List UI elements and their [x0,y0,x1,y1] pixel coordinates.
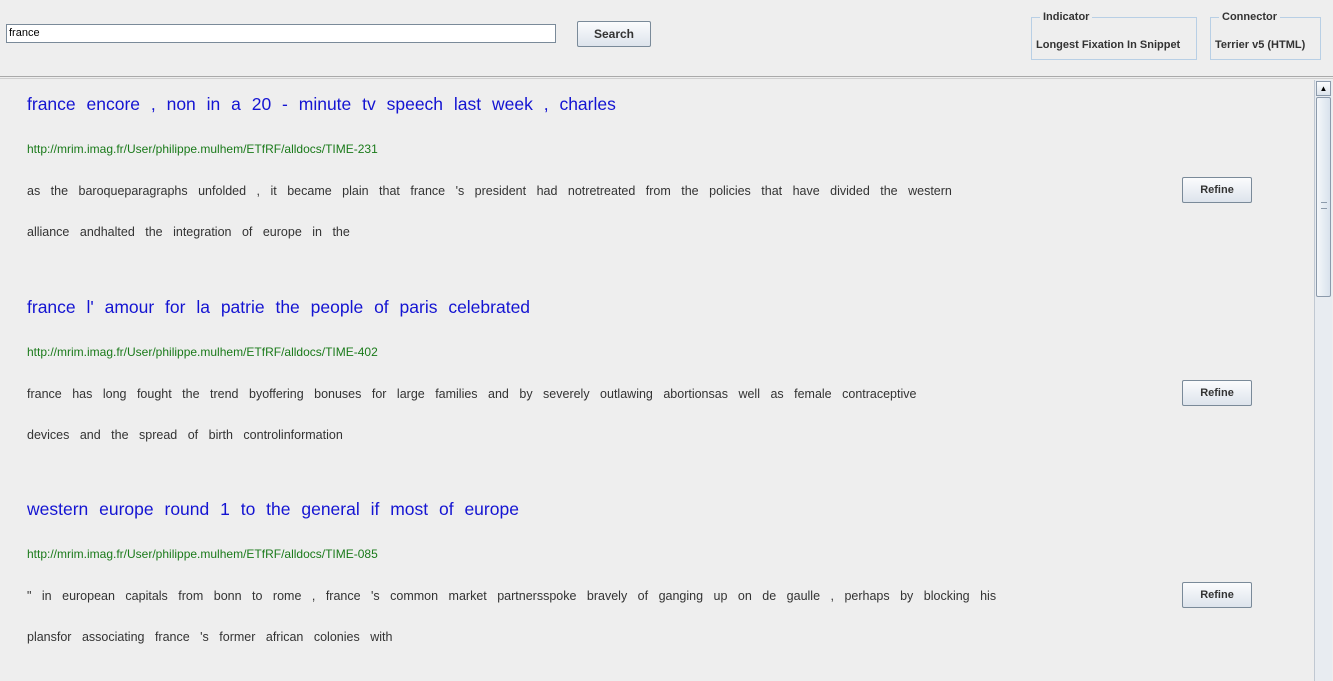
indicator-value[interactable]: Longest Fixation In Snippet [1036,39,1180,51]
result-url[interactable]: http://mrim.imag.fr/User/philippe.mulhem… [27,345,378,359]
result-title[interactable]: france encore , non in a 20 - minute tv … [27,94,616,115]
toolbar: Search Indicator Longest Fixation In Sni… [0,0,1333,76]
result-snippet-line: france has long fought the trend byoffer… [27,387,917,401]
grip-icon [1321,202,1327,209]
result-url[interactable]: http://mrim.imag.fr/User/philippe.mulhem… [27,547,378,561]
indicator-legend: Indicator [1040,10,1093,24]
vertical-scrollbar[interactable]: ▲ [1314,80,1332,681]
arrow-up-icon[interactable]: ▲ [1316,81,1331,96]
results-list: france encore , non in a 20 - minute tv … [0,80,1313,681]
result-title[interactable]: france l' amour for la patrie the people… [27,297,530,318]
search-input[interactable] [6,24,556,43]
result-snippet-line: alliance andhalted the integration of eu… [27,225,350,239]
result-url[interactable]: http://mrim.imag.fr/User/philippe.mulhem… [27,142,378,156]
result-snippet-line: as the baroqueparagraphs unfolded , it b… [27,184,952,198]
result-item: western europe round 1 to the general if… [0,485,1313,681]
connector-value[interactable]: Terrier v5 (HTML) [1215,39,1305,51]
divider [0,76,1333,77]
result-snippet-line: devices and the spread of birth controli… [27,428,343,442]
result-item: france encore , non in a 20 - minute tv … [0,80,1313,280]
refine-button[interactable]: Refine [1182,582,1252,608]
refine-button[interactable]: Refine [1182,380,1252,406]
scrollbar-thumb[interactable] [1316,97,1331,297]
connector-legend: Connector [1219,10,1280,24]
indicator-group: Indicator Longest Fixation In Snippet [1031,10,1197,60]
result-snippet-line: " in european capitals from bonn to rome… [27,589,997,603]
divider [0,78,1333,79]
connector-group: Connector Terrier v5 (HTML) [1210,10,1321,60]
refine-button[interactable]: Refine [1182,177,1252,203]
search-button[interactable]: Search [577,21,651,47]
result-title[interactable]: western europe round 1 to the general if… [27,499,519,520]
result-snippet-line: plansfor associating france 's former af… [27,630,393,644]
result-item: france l' amour for la patrie the people… [0,283,1313,483]
